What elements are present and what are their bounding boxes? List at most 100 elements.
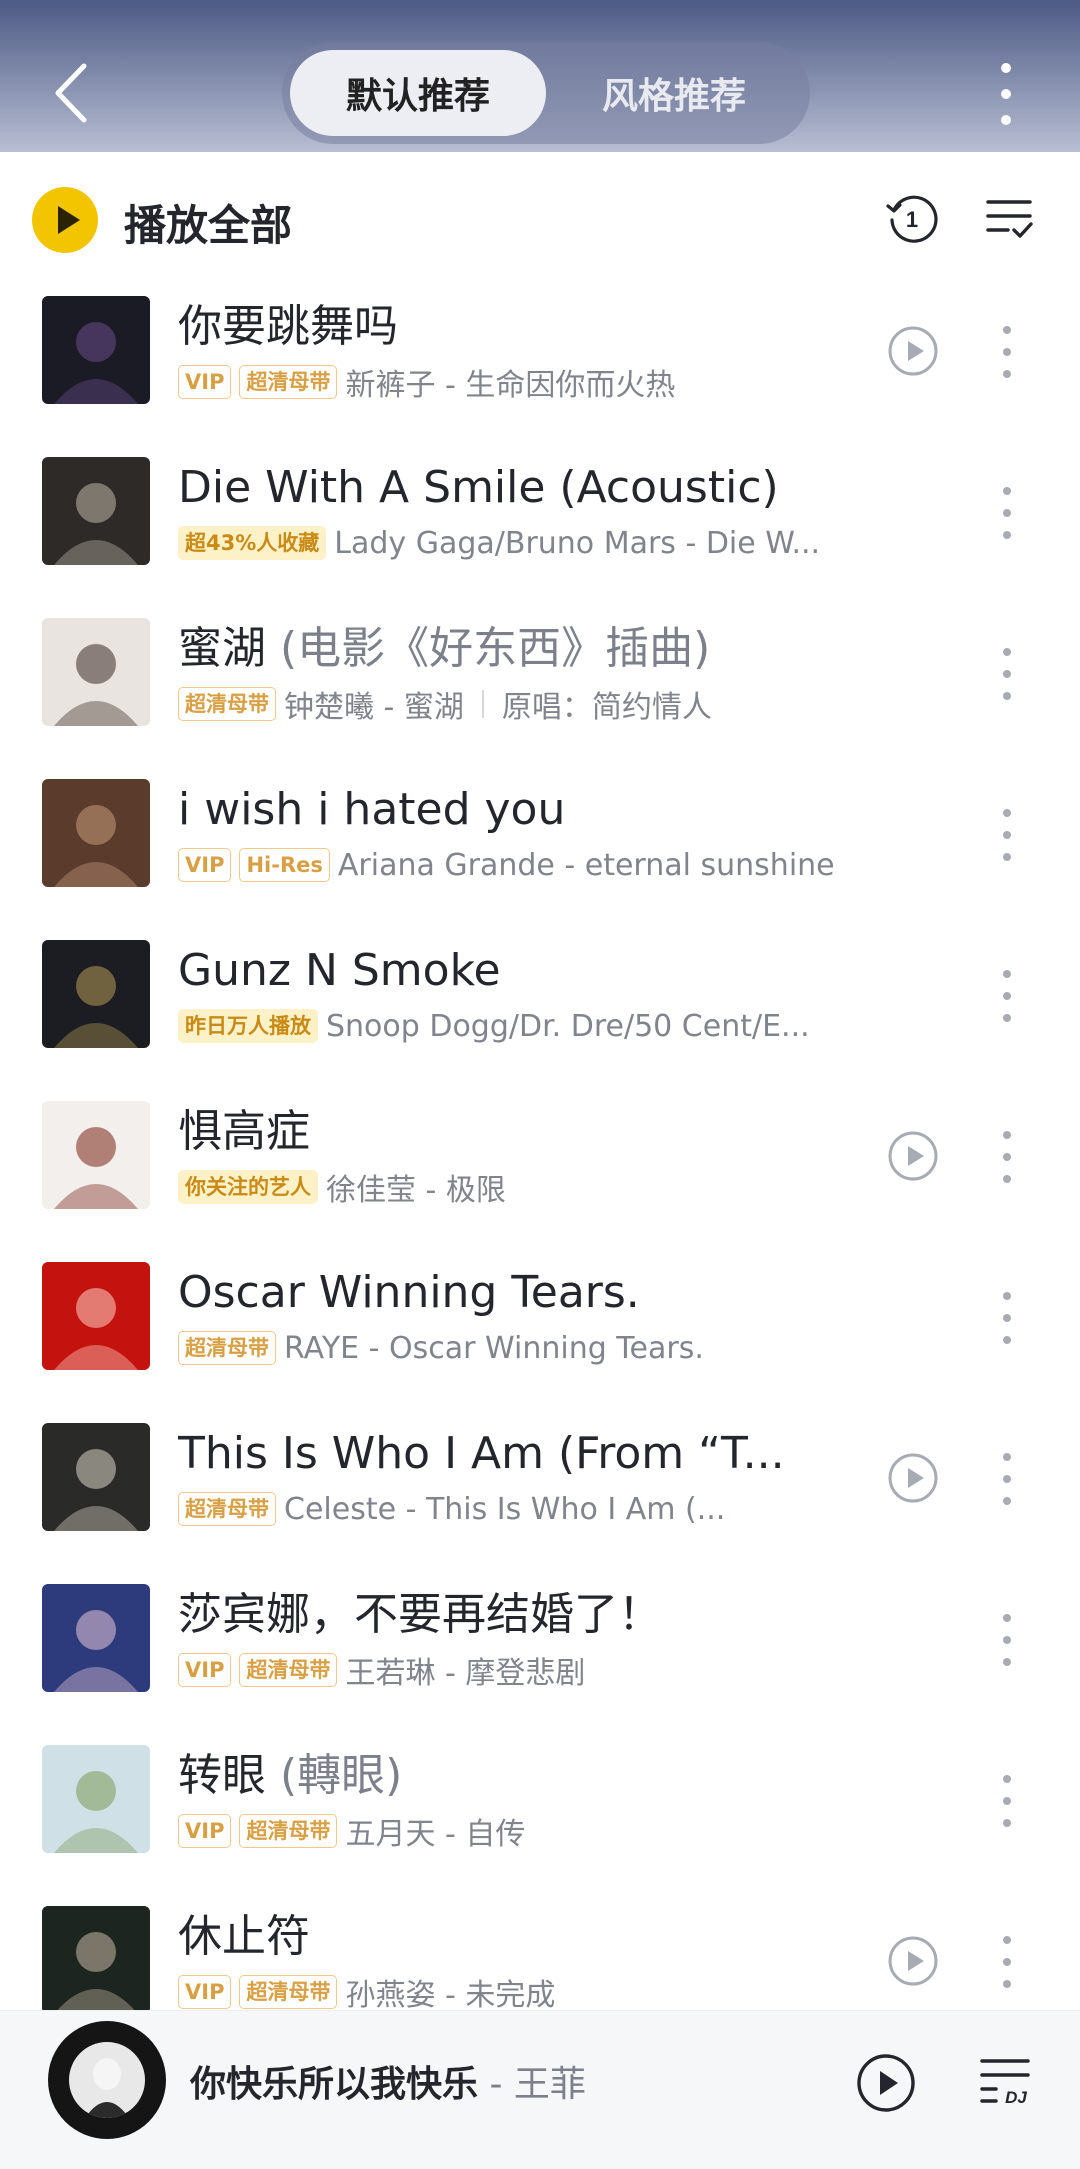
song-artist-album: Ariana Grande - eternal sunshine (337, 847, 835, 883)
song-title-text: This Is Who I Am (From “T... (178, 1428, 785, 1479)
song-more-icon[interactable] (996, 1449, 1018, 1509)
song-title[interactable]: Die With A Smile (Acoustic) (178, 461, 878, 515)
top-bar: 默认推荐 风格推荐 (0, 0, 1080, 152)
song-artist-album: Celeste - This Is Who I Am (... (284, 1491, 726, 1527)
song-title-text: 转眼 (178, 1750, 266, 1801)
song-more-icon[interactable] (996, 805, 1018, 865)
song-more-icon[interactable] (996, 1771, 1018, 1831)
song-artist-album: 新裤子 - 生命因你而火热 (345, 368, 676, 402)
album-cover[interactable] (42, 1101, 150, 1209)
mv-play-icon[interactable] (888, 1131, 938, 1181)
song-more-icon[interactable] (996, 1932, 1018, 1992)
song-row[interactable]: Die With A Smile (Acoustic) 超43%人收藏 Lady … (0, 443, 1080, 604)
song-more-icon[interactable] (996, 322, 1018, 382)
now-playing-separator: - (478, 2064, 514, 2105)
song-title-extra: (轉眼) (266, 1750, 403, 1801)
mv-play-icon[interactable] (888, 1936, 938, 1986)
song-list: 你要跳舞吗 VIP 超清母带 新裤子 - 生命因你而火热 Die With A … (0, 282, 1080, 2053)
song-subtitle: 超清母带 RAYE - Oscar Winning Tears. (178, 1328, 878, 1368)
back-arrow-icon[interactable] (44, 58, 104, 128)
song-title[interactable]: 你要跳舞吗 (178, 300, 878, 354)
song-subtitle: VIP 超清母带 王若琳 - 摩登悲剧 (178, 1650, 878, 1690)
quality-tag: VIP (178, 1975, 232, 2009)
playlist-dj-icon[interactable]: DJ (978, 2055, 1032, 2107)
now-playing-cover (69, 2042, 145, 2118)
play-all-label[interactable]: 播放全部 (124, 192, 292, 253)
song-title[interactable]: This Is Who I Am (From “T... (178, 1427, 878, 1481)
quality-tag: VIP (178, 848, 232, 882)
song-title[interactable]: Gunz N Smoke (178, 944, 878, 998)
song-more-icon[interactable] (996, 1127, 1018, 1187)
album-cover[interactable] (42, 296, 150, 404)
song-more-icon[interactable] (996, 644, 1018, 704)
song-title[interactable]: 莎宾娜，不要再结婚了！ (178, 1588, 878, 1642)
song-more-icon[interactable] (996, 483, 1018, 543)
song-row[interactable]: 你要跳舞吗 VIP 超清母带 新裤子 - 生命因你而火热 (0, 282, 1080, 443)
album-cover[interactable] (42, 779, 150, 887)
play-history-icon[interactable]: 1 (884, 190, 940, 246)
mini-player[interactable]: 你快乐所以我快乐 - 王菲 DJ (0, 2010, 1080, 2169)
song-subtitle: 你关注的艺人 徐佳莹 - 极限 (178, 1167, 878, 1207)
song-subtitle: VIP Hi-Res Ariana Grande - eternal sunshin… (178, 845, 878, 885)
quality-tag: 超清母带 (178, 1331, 276, 1365)
quality-tag: VIP (178, 365, 232, 399)
svg-text:DJ: DJ (1005, 2088, 1027, 2107)
song-title-text: 你要跳舞吗 (178, 301, 398, 352)
song-more-icon[interactable] (996, 1610, 1018, 1670)
quality-tag: 超43%人收藏 (178, 526, 327, 560)
song-row[interactable]: i wish i hated you VIP Hi-Res Ariana Grand… (0, 765, 1080, 926)
song-artist-album: 孙燕姿 - 未完成 (345, 1978, 556, 2012)
song-row[interactable]: This Is Who I Am (From “T... 超清母带 Celeste… (0, 1409, 1080, 1570)
song-title[interactable]: 蜜湖 (电影《好东西》插曲) (178, 622, 878, 676)
song-more-icon[interactable] (996, 1288, 1018, 1348)
album-cover[interactable] (42, 1584, 150, 1692)
quality-tag: 超清母带 (239, 365, 338, 399)
song-row[interactable]: 蜜湖 (电影《好东西》插曲) 超清母带 钟楚曦 - 蜜湖 原唱：简约情人 (0, 604, 1080, 765)
song-artist-album: 王若琳 - 摩登悲剧 (345, 1656, 586, 1690)
quality-tag: VIP (178, 1814, 232, 1848)
tab-default-recommend[interactable]: 默认推荐 (290, 50, 546, 136)
mv-play-icon[interactable] (888, 326, 938, 376)
song-subtitle: VIP 超清母带 孙燕姿 - 未完成 (178, 1972, 878, 2012)
song-artist-album: 钟楚曦 - 蜜湖 (284, 690, 464, 724)
album-cover[interactable] (42, 1906, 150, 2014)
album-cover[interactable] (42, 940, 150, 1048)
song-title-text: i wish i hated you (178, 784, 566, 835)
tab-style-recommend[interactable]: 风格推荐 (546, 50, 802, 136)
album-cover[interactable] (42, 1262, 150, 1370)
song-row[interactable]: 转眼 (轉眼) VIP 超清母带 五月天 - 自传 (0, 1731, 1080, 1892)
song-row[interactable]: Gunz N Smoke 昨日万人播放 Snoop Dogg/Dr. Dre/50… (0, 926, 1080, 1087)
quality-tag: Hi-Res (239, 848, 330, 882)
now-playing-disc[interactable] (48, 2021, 166, 2139)
now-playing-song: 你快乐所以我快乐 (190, 2064, 479, 2105)
more-menu-icon[interactable] (988, 56, 1024, 132)
album-cover[interactable] (42, 1745, 150, 1853)
recommend-mode-switch: 默认推荐 风格推荐 (282, 42, 810, 144)
song-subtitle: 超43%人收藏 Lady Gaga/Bruno Mars - Die W... (178, 523, 878, 563)
song-artist-album: 徐佳莹 - 极限 (326, 1173, 506, 1207)
song-title[interactable]: 惧高症 (178, 1105, 878, 1159)
now-playing-artist: 王菲 (513, 2064, 586, 2105)
song-original-singer: 原唱：简约情人 (501, 690, 712, 724)
quality-tag: 超清母带 (178, 687, 276, 721)
mini-play-button[interactable] (856, 2053, 916, 2113)
mv-play-icon[interactable] (888, 1453, 938, 1503)
batch-select-icon[interactable] (984, 196, 1034, 242)
song-title-text: 莎宾娜，不要再结婚了！ (178, 1589, 662, 1640)
song-row[interactable]: Oscar Winning Tears. 超清母带 RAYE - Oscar Wi… (0, 1248, 1080, 1409)
song-title[interactable]: i wish i hated you (178, 783, 878, 837)
song-title[interactable]: 休止符 (178, 1910, 878, 1964)
song-title[interactable]: Oscar Winning Tears. (178, 1266, 878, 1320)
album-cover[interactable] (42, 1423, 150, 1531)
song-title-text: Oscar Winning Tears. (178, 1267, 640, 1318)
album-cover[interactable] (42, 618, 150, 726)
song-more-icon[interactable] (996, 966, 1018, 1026)
song-row[interactable]: 莎宾娜，不要再结婚了！ VIP 超清母带 王若琳 - 摩登悲剧 (0, 1570, 1080, 1731)
play-all-bar: 播放全部 1 (0, 152, 1080, 282)
meta-divider (481, 690, 484, 718)
play-all-button[interactable] (32, 187, 98, 253)
song-row[interactable]: 惧高症 你关注的艺人 徐佳莹 - 极限 (0, 1087, 1080, 1248)
album-cover[interactable] (42, 457, 150, 565)
now-playing-title[interactable]: 你快乐所以我快乐 - 王菲 (190, 2055, 586, 2107)
song-title[interactable]: 转眼 (轉眼) (178, 1749, 878, 1803)
